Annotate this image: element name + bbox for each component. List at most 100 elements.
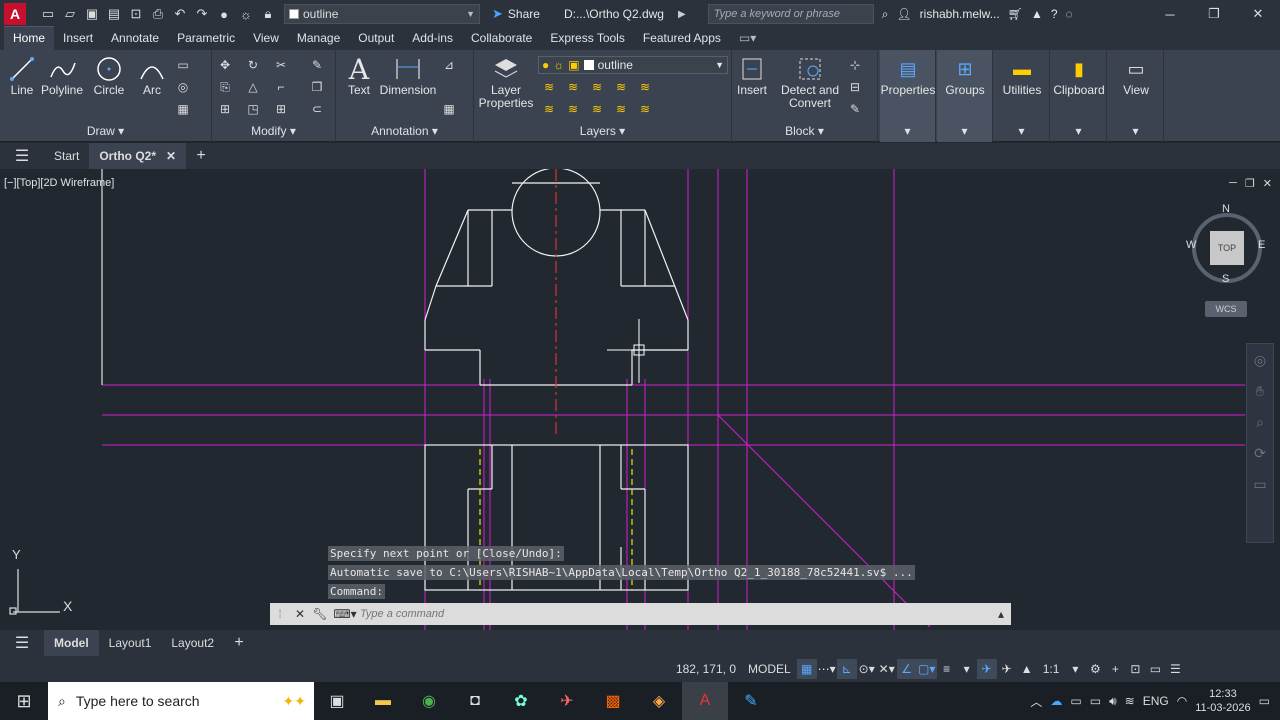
layer-tool-icon[interactable]: ≋ [612, 78, 630, 96]
erase-icon[interactable]: ✎ [308, 56, 326, 74]
layer-dropdown[interactable]: outline ▼ [284, 4, 480, 24]
command-input[interactable] [360, 608, 960, 620]
steering-wheel-icon[interactable]: ◎ [1254, 352, 1266, 369]
auto-scale-icon[interactable]: ▲ [1017, 659, 1037, 679]
tab-express-tools[interactable]: Express Tools [541, 27, 633, 50]
clock[interactable]: 12:33 11-03-2026 [1195, 687, 1250, 715]
lock-icon[interactable]: 🔒︎ [258, 4, 278, 24]
trim-icon[interactable]: ✂ [272, 56, 290, 74]
stretch-icon[interactable]: ⊞ [216, 100, 234, 118]
isodraft-icon[interactable]: ✕▾ [877, 659, 897, 679]
app-icon[interactable]: ✎ [728, 682, 774, 720]
array-icon[interactable]: ⊞ [272, 100, 290, 118]
tab-parametric[interactable]: Parametric [168, 27, 244, 50]
model-space-button[interactable]: MODEL [742, 662, 797, 676]
autocad-icon[interactable]: A [682, 682, 728, 720]
hatch-icon[interactable]: ◎ [174, 78, 192, 96]
view-group-button[interactable]: ▭ View ▾ [1108, 50, 1164, 142]
tab-add-ins[interactable]: Add-ins [403, 27, 462, 50]
copy-icon[interactable]: ⎘ [216, 78, 234, 96]
command-prompt-icon[interactable]: ⌨▾ [330, 607, 360, 621]
modify-panel-title[interactable]: Modify ▾ [212, 124, 335, 142]
ribbon-toggle-icon[interactable]: ▭▾ [730, 27, 765, 50]
web-save-icon[interactable]: ⊡ [126, 4, 146, 24]
table-icon[interactable]: ▦ [440, 100, 458, 118]
object-snap-icon[interactable]: ▢▾ [916, 659, 937, 679]
grip-icon[interactable]: ⁞ [270, 607, 290, 621]
save-icon[interactable]: ▣ [82, 4, 102, 24]
layer-tool-icon[interactable]: ≋ [588, 100, 606, 118]
chevron-up-icon[interactable]: ︿ [1030, 693, 1042, 710]
help-search-input[interactable]: Type a keyword or phrase [707, 4, 874, 24]
customize-wrench-icon[interactable]: 🔧︎ [310, 607, 330, 621]
restore-icon[interactable]: ❐ [1245, 177, 1255, 190]
notification-icon[interactable]: ▭ [1259, 694, 1270, 708]
minimize-icon[interactable]: ─ [1229, 177, 1237, 190]
windows-start-icon[interactable]: ⊞ [0, 691, 48, 712]
annotation-monitor-icon[interactable]: ✈ [976, 659, 997, 679]
clipboard-group-button[interactable]: ▮ Clipboard ▾ [1051, 50, 1107, 142]
circle-tool[interactable]: Circle [90, 54, 128, 97]
tab-active-drawing[interactable]: Ortho Q2* ✕ [89, 143, 187, 169]
layer-tool-icon[interactable]: ≋ [636, 100, 654, 118]
app-icon[interactable]: ✿ [498, 682, 544, 720]
annotation-scale[interactable]: 1:1 [1037, 662, 1066, 676]
block-attribute-icon[interactable]: ⊟ [846, 78, 864, 96]
onedrive-icon[interactable]: ☁ [1050, 694, 1062, 708]
viewcube[interactable]: TOP N S W E [1186, 203, 1270, 287]
polar-tracking-icon[interactable]: ⊙▾ [857, 659, 877, 679]
showmotion-icon[interactable]: ▭ [1253, 476, 1266, 493]
tab-output[interactable]: Output [349, 27, 403, 50]
tab-view[interactable]: View [244, 27, 288, 50]
arc-tool[interactable]: Arc [134, 54, 170, 97]
tab-insert[interactable]: Insert [54, 27, 102, 50]
minimize-icon[interactable]: ─ [1148, 0, 1192, 28]
fillet-icon[interactable]: ⌐ [272, 78, 290, 96]
close-icon[interactable]: ✕ [1236, 0, 1280, 28]
pan-icon[interactable]: ✋︎ [1256, 383, 1264, 400]
hamburger-menu-icon[interactable]: ☰ [0, 146, 44, 166]
open-folder-icon[interactable]: ▱ [60, 4, 80, 24]
compass-west[interactable]: W [1186, 239, 1196, 251]
language-indicator[interactable]: ENG [1143, 694, 1169, 708]
workspace-gear-icon[interactable]: ⚙ [1085, 659, 1105, 679]
chevron-up-icon[interactable]: ▴ [991, 607, 1011, 621]
compass-east[interactable]: E [1258, 239, 1265, 251]
file-explorer-icon[interactable]: ▬ [360, 682, 406, 720]
maximize-icon[interactable]: ❐ [1192, 0, 1236, 28]
table-icon[interactable]: ▦ [174, 100, 192, 118]
plot-icon[interactable]: ⎙ [148, 4, 168, 24]
tab-featured-apps[interactable]: Featured Apps [634, 27, 730, 50]
layer-tool-icon[interactable]: ≋ [588, 78, 606, 96]
units-icon[interactable]: ⊡ [1125, 659, 1145, 679]
tab-collaborate[interactable]: Collaborate [462, 27, 541, 50]
object-snap-tracking-icon[interactable]: ∠ [896, 659, 917, 679]
redo-icon[interactable]: ↷ [192, 4, 212, 24]
app-menu-button[interactable]: A [4, 3, 26, 25]
layers-panel-title[interactable]: Layers ▾ [474, 124, 731, 142]
hamburger-menu-icon[interactable]: ☰ [0, 633, 44, 653]
rectangle-icon[interactable]: ▭ [174, 56, 192, 74]
groups-group-button[interactable]: ⊞ Groups ▾ [937, 50, 993, 142]
tab-annotate[interactable]: Annotate [102, 27, 168, 50]
tab-layout2[interactable]: Layout2 [161, 630, 224, 656]
layer-combo-box[interactable]: ● ☼ ▣ outline ▼ [538, 56, 728, 74]
annotation-visibility-icon[interactable]: ✈ [997, 659, 1017, 679]
help-icon[interactable]: ? [1051, 7, 1058, 21]
tab-model[interactable]: Model [44, 630, 99, 656]
line-tool[interactable]: Line [6, 54, 38, 97]
quick-properties-icon[interactable]: ▭ [1145, 659, 1165, 679]
new-tab-plus-icon[interactable]: + [186, 147, 216, 165]
annotation-plus-icon[interactable]: + [1105, 659, 1125, 679]
viewcube-top-face[interactable]: TOP [1210, 231, 1244, 265]
app-icon[interactable]: ✈ [544, 682, 590, 720]
polyline-tool[interactable]: Polyline [40, 54, 84, 97]
cart-icon[interactable]: 🛒︎ [1008, 7, 1023, 21]
layer-tool-icon[interactable]: ≋ [540, 78, 558, 96]
text-tool[interactable]: A Text [342, 54, 376, 97]
layer-tool-icon[interactable]: ≋ [564, 78, 582, 96]
chevron-right-icon[interactable]: ▶ [678, 9, 686, 20]
compass-south[interactable]: S [1222, 273, 1229, 285]
camera-icon[interactable]: ◘ [452, 682, 498, 720]
layer-tool-icon[interactable]: ≋ [564, 100, 582, 118]
